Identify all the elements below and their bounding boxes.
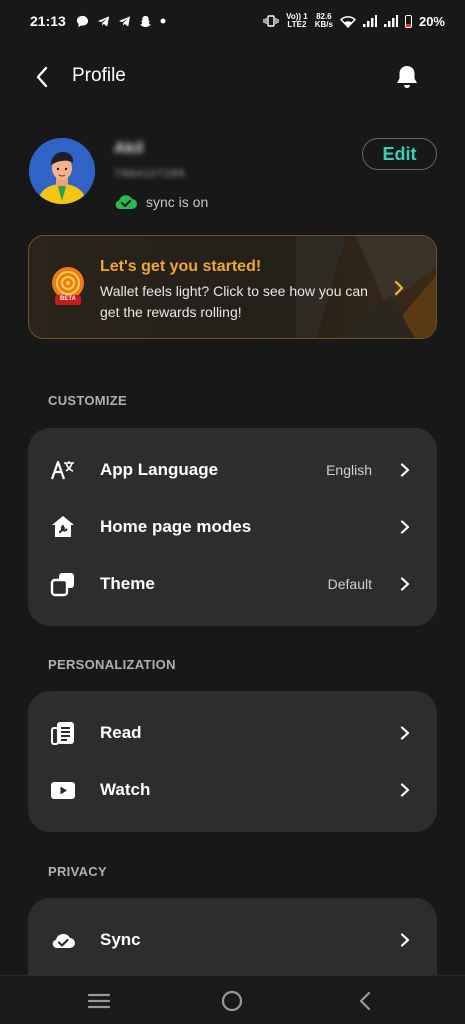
rewards-promo-banner[interactable]: BETA Let's get you started! Wallet feels… xyxy=(28,235,437,339)
chevron-right-icon xyxy=(394,280,404,296)
promo-title: Let's get you started! xyxy=(100,258,262,275)
status-time: 21:13 xyxy=(30,13,66,29)
volte-bottom: LTE2 xyxy=(287,20,307,29)
settings-item-sync[interactable]: Sync xyxy=(28,911,437,968)
chevron-right-icon xyxy=(400,576,410,591)
chevron-right-icon xyxy=(400,462,410,477)
user-phone: 7984107289 xyxy=(114,168,186,180)
settings-item-value: English xyxy=(326,461,372,478)
dot-icon xyxy=(160,18,166,24)
personalization-card: Read Watch xyxy=(28,691,437,832)
user-name: Akil xyxy=(114,140,144,157)
settings-item-watch[interactable]: Watch xyxy=(28,761,437,818)
home-circle-icon[interactable] xyxy=(219,988,245,1014)
settings-item-label: Theme xyxy=(100,573,155,593)
notification-icons xyxy=(76,15,166,28)
speed-unit: KB/s xyxy=(314,20,333,29)
system-status: Vo)) 1 LTE2 82.6 KB/s 20% xyxy=(263,13,445,29)
settings-item-label: Sync xyxy=(100,929,141,949)
cloud-check-icon xyxy=(115,195,137,210)
settings-item-label: Watch xyxy=(100,779,151,799)
sync-text: sync is on xyxy=(146,193,209,210)
settings-item-theme[interactable]: Theme Default xyxy=(28,555,437,612)
chevron-right-icon xyxy=(400,782,410,797)
edit-profile-button[interactable]: Edit xyxy=(362,138,437,170)
vibrate-icon xyxy=(263,15,279,27)
volte-indicator: Vo)) 1 LTE2 xyxy=(286,13,308,29)
wifi-icon xyxy=(339,15,356,28)
section-title-privacy: PRIVACY xyxy=(48,864,107,879)
snapchat-icon xyxy=(139,15,151,27)
telegram-icon xyxy=(97,15,109,27)
chevron-right-icon xyxy=(400,932,410,947)
settings-item-value: Default xyxy=(327,575,372,592)
avatar-illustration xyxy=(29,138,95,204)
customize-card: App Language English Home page modes The… xyxy=(28,428,437,626)
settings-item-label: Read xyxy=(100,722,142,742)
battery-icon xyxy=(404,14,412,28)
signal-icon xyxy=(383,15,398,27)
section-title-personalization: PERSONALIZATION xyxy=(48,657,176,672)
sync-status: sync is on xyxy=(114,193,208,210)
bell-icon[interactable] xyxy=(393,63,421,91)
settings-item-home-page-modes[interactable]: Home page modes xyxy=(28,498,437,555)
chevron-right-icon xyxy=(400,519,410,534)
status-bar: 21:13 Vo)) 1 LTE2 82.6 KB/s 20% xyxy=(0,0,465,42)
signal-icon xyxy=(362,15,377,27)
network-speed: 82.6 KB/s xyxy=(315,13,333,29)
chevron-right-icon xyxy=(400,725,410,740)
home-settings-icon xyxy=(50,514,76,540)
settings-item-label: Home page modes xyxy=(100,516,252,536)
cloud-sync-icon xyxy=(50,927,76,953)
promo-text: Wallet feels light? Click to see how you… xyxy=(100,283,368,320)
back-arrow-icon[interactable] xyxy=(32,63,54,91)
beta-badge: BETA xyxy=(60,296,76,302)
app-header: Profile xyxy=(0,55,465,99)
page-title: Profile xyxy=(72,65,126,86)
watch-icon xyxy=(50,777,76,803)
language-icon xyxy=(50,457,76,483)
system-navigation-bar xyxy=(0,975,465,1024)
battery-percent: 20% xyxy=(418,13,445,29)
back-icon[interactable] xyxy=(353,988,379,1014)
section-title-customize: CUSTOMIZE xyxy=(48,393,128,408)
chat-icon xyxy=(76,15,88,27)
menu-icon[interactable] xyxy=(86,988,112,1014)
read-icon xyxy=(50,720,76,746)
telegram-icon xyxy=(118,15,130,27)
settings-item-app-language[interactable]: App Language English xyxy=(28,441,437,498)
theme-icon xyxy=(50,571,76,597)
avatar[interactable] xyxy=(29,138,95,204)
settings-item-label: App Language xyxy=(100,459,219,479)
settings-item-read[interactable]: Read xyxy=(28,704,437,761)
